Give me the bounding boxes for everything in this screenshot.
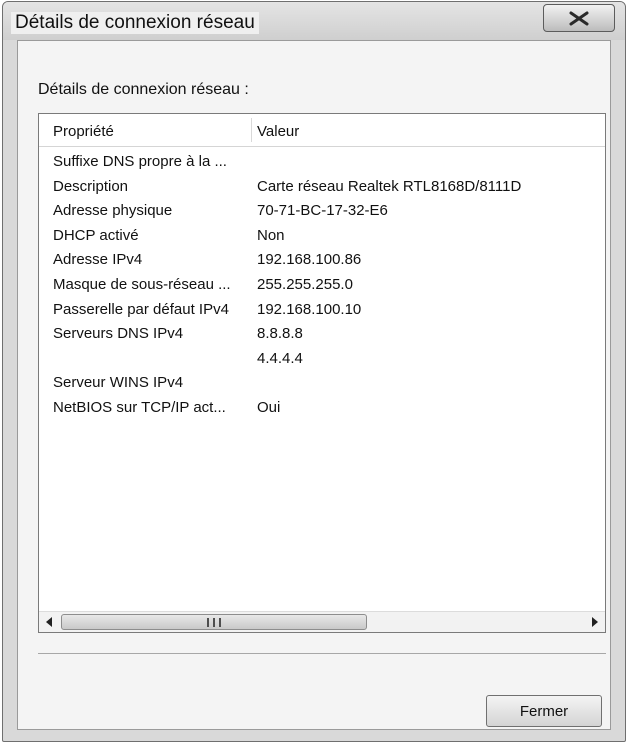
table-row[interactable]: Masque de sous-réseau ... 255.255.255.0 xyxy=(39,273,605,298)
property-cell: Serveur WINS IPv4 xyxy=(53,374,184,392)
arrow-left-icon xyxy=(46,617,52,627)
value-cell: 192.168.100.86 xyxy=(257,251,362,269)
property-cell: Description xyxy=(53,177,129,195)
close-icon xyxy=(569,11,589,26)
column-separator[interactable] xyxy=(251,118,252,142)
value-cell: 8.8.8.8 xyxy=(257,325,303,343)
horizontal-scrollbar[interactable] xyxy=(39,611,605,632)
property-cell: Serveurs DNS IPv4 xyxy=(53,325,184,343)
value-cell: Carte réseau Realtek RTL8168D/8111D xyxy=(257,177,522,195)
property-cell: Adresse IPv4 xyxy=(53,251,143,269)
close-button[interactable]: Fermer xyxy=(486,695,602,727)
dialog-content: Détails de connexion réseau : Propriété … xyxy=(17,40,611,730)
table-row[interactable]: 4.4.4.4 xyxy=(39,347,605,372)
value-cell: 192.168.100.10 xyxy=(257,300,362,318)
property-cell: Adresse physique xyxy=(53,202,173,220)
divider xyxy=(38,653,606,654)
value-cell: 70-71-BC-17-32-E6 xyxy=(257,202,388,220)
scroll-right-button[interactable] xyxy=(585,612,605,632)
table-row[interactable]: Adresse physique 70-71-BC-17-32-E6 xyxy=(39,199,605,224)
column-header-property[interactable]: Propriété xyxy=(53,123,114,140)
column-header-value[interactable]: Valeur xyxy=(257,123,299,140)
property-cell: Suffixe DNS propre à la ... xyxy=(53,153,227,170)
table-row[interactable]: Serveur WINS IPv4 xyxy=(39,371,605,396)
value-cell: Oui xyxy=(257,398,281,416)
property-cell: DHCP activé xyxy=(53,226,139,244)
grip-icon xyxy=(207,618,221,627)
window-close-button[interactable] xyxy=(543,4,615,32)
value-cell: 255.255.255.0 xyxy=(257,275,353,293)
table-row[interactable]: NetBIOS sur TCP/IP act... Oui xyxy=(39,396,605,421)
arrow-right-icon xyxy=(592,617,598,627)
table-row[interactable]: Passerelle par défaut IPv4 192.168.100.1… xyxy=(39,298,605,323)
table-row[interactable]: Suffixe DNS propre à la ... xyxy=(39,150,605,175)
title-bar: Détails de connexion réseau xyxy=(3,2,625,40)
section-label: Détails de connexion réseau : xyxy=(38,81,249,98)
table-row[interactable]: DHCP activé Non xyxy=(39,224,605,249)
listview-rows: Suffixe DNS propre à la ... Description … xyxy=(39,150,605,421)
details-listview[interactable]: Propriété Valeur Suffixe DNS propre à la… xyxy=(38,113,606,633)
scroll-thumb[interactable] xyxy=(61,614,367,630)
table-row[interactable]: Adresse IPv4 192.168.100.86 xyxy=(39,248,605,273)
window-title: Détails de connexion réseau xyxy=(11,12,259,34)
table-row[interactable]: Serveurs DNS IPv4 8.8.8.8 xyxy=(39,322,605,347)
value-cell: Non xyxy=(257,226,285,244)
table-row[interactable]: Description Carte réseau Realtek RTL8168… xyxy=(39,175,605,200)
scroll-left-button[interactable] xyxy=(39,612,59,632)
value-cell: 4.4.4.4 xyxy=(257,349,303,367)
listview-header: Propriété Valeur xyxy=(39,114,605,147)
property-cell: Passerelle par défaut IPv4 xyxy=(53,300,229,318)
property-cell: NetBIOS sur TCP/IP act... xyxy=(53,398,226,416)
property-cell: Masque de sous-réseau ... xyxy=(53,275,231,293)
dialog-window: Détails de connexion réseau Détails de c… xyxy=(2,1,626,742)
